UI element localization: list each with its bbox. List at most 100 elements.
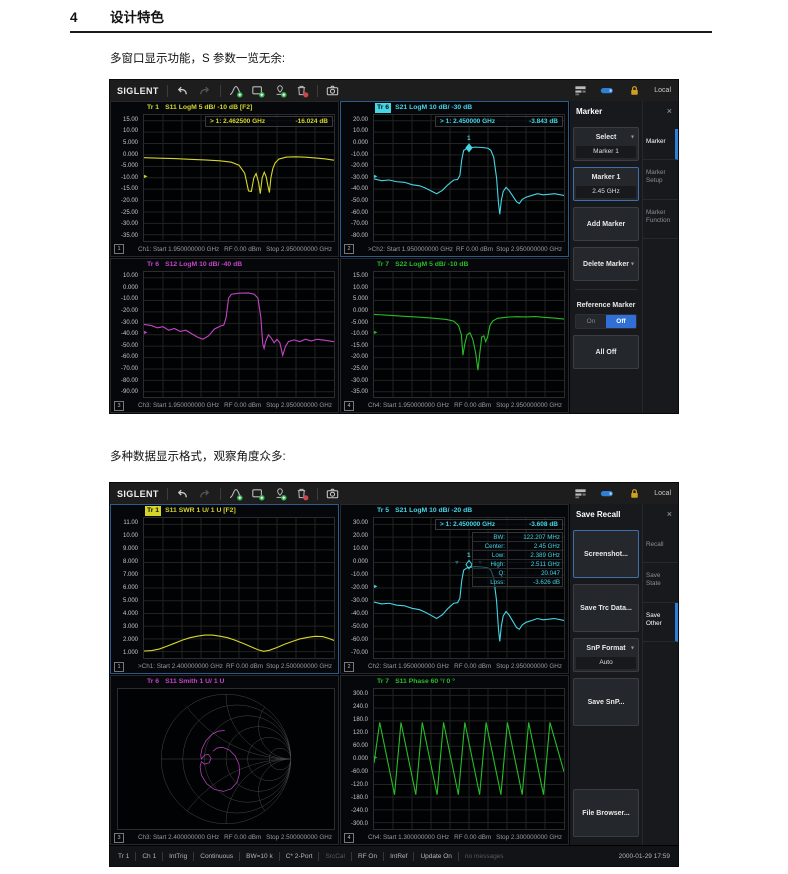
y-axis-tick: -70.00: [121, 366, 138, 372]
y-axis-tick: -10.00: [351, 572, 368, 578]
add-window-icon[interactable]: [251, 487, 265, 501]
trace-number: Tr 7: [375, 677, 391, 687]
trace-title[interactable]: Tr 6S12 LogM 10 dB/ -40 dB: [145, 260, 242, 270]
trace-title[interactable]: Tr 6S21 LogM 10 dB/ -30 dB: [375, 103, 472, 113]
trace-window-1[interactable]: Tr 1S11 SWR 1 U/ 1 U [F2]11.0010.009.000…: [110, 504, 339, 674]
camera-icon[interactable]: [326, 84, 340, 98]
y-axis-tick: 30.00: [353, 520, 368, 526]
rf-power: RF 0.00 dBm: [224, 402, 261, 409]
y-axis-tick: -20.00: [351, 585, 368, 591]
add-marker-icon[interactable]: [229, 84, 243, 98]
redo-icon[interactable]: [198, 84, 212, 98]
trace-window-1[interactable]: Tr 1S11 LogM 5 dB/ -10 dB [F2]15.0010.00…: [110, 101, 339, 257]
y-axis: 20.0010.000.000-10.00-20.00-30.00-40.00-…: [341, 114, 371, 242]
trace-window-2[interactable]: Tr 5S21 LogM 10 dB/ -20 dB30.0020.0010.0…: [340, 504, 569, 674]
trace-title[interactable]: Tr 6S11 Smith 1 U/ 1 U: [145, 677, 224, 687]
file-browser-button[interactable]: File Browser...: [573, 789, 639, 837]
undo-icon[interactable]: [176, 84, 190, 98]
status-separator: [135, 852, 136, 861]
y-axis-tick: -35.00: [351, 389, 368, 395]
channel-start: Ch4: Start 1.950000000 GHz: [368, 402, 449, 409]
y-axis-tick: -5.000: [351, 320, 368, 326]
window-number: 4: [344, 401, 354, 411]
tab-marker[interactable]: Marker: [643, 129, 678, 160]
caption-multi-window: 多窗口显示功能，S 参数一览无余:: [110, 50, 285, 66]
tab-save-other[interactable]: Save Other: [643, 603, 678, 642]
y-axis: 300.0240.0180.0120.060.000.000-60.00-120…: [341, 688, 371, 830]
add-marker-button[interactable]: Add Marker: [573, 207, 639, 241]
trace-format: S12 LogM 10 dB/ -40 dB: [165, 260, 242, 270]
y-axis-tick: 120.0: [353, 730, 368, 736]
screenshot-button[interactable]: Screenshot...: [573, 530, 639, 578]
y-axis-tick: -60.00: [121, 354, 138, 360]
snp-format-button[interactable]: SnP Format▾ Auto: [573, 638, 639, 672]
channel-start: Ch3: Start 1.950000000 GHz: [138, 402, 219, 409]
window-number: 3: [114, 401, 124, 411]
reference-marker-on[interactable]: On: [576, 315, 606, 328]
close-icon[interactable]: ×: [667, 106, 672, 116]
delete-icon[interactable]: [295, 84, 309, 98]
status-item: Continuous: [200, 853, 233, 860]
select-marker-button[interactable]: Select▾ Marker 1: [573, 127, 639, 161]
trace-window-2[interactable]: Tr 6S21 LogM 10 dB/ -30 dB 20.0010.000.00…: [340, 101, 569, 257]
status-separator: [318, 852, 319, 861]
usb-icon[interactable]: [600, 487, 614, 501]
lock-icon[interactable]: [627, 84, 641, 98]
delete-marker-button[interactable]: Delete Marker▾: [573, 247, 639, 281]
trace-title[interactable]: Tr 1S11 SWR 1 U/ 1 U [F2]: [145, 506, 236, 516]
trace-window-4[interactable]: Tr 7S11 Phase 60 °/ 0 ° 300.0240.0180.012…: [340, 675, 569, 845]
y-axis-tick: -120.0: [351, 782, 368, 788]
add-limit-icon[interactable]: [273, 487, 287, 501]
add-window-icon[interactable]: [251, 84, 265, 98]
status-item: Update On: [420, 853, 451, 860]
close-icon[interactable]: ×: [667, 509, 672, 519]
add-limit-icon[interactable]: [273, 84, 287, 98]
y-axis-tick: -50.00: [351, 198, 368, 204]
add-marker-icon[interactable]: [229, 487, 243, 501]
trace-window-4[interactable]: Tr 7S22 LogM 5 dB/ -10 dB15.0010.005.000…: [340, 258, 569, 414]
tab-marker-function[interactable]: Marker Function: [643, 200, 678, 239]
siglent-logo: SIGLENT: [117, 86, 159, 96]
channel-start: >Ch1: Start 2.400000000 GHz: [138, 663, 223, 670]
save-trc-data-button[interactable]: Save Trc Data...: [573, 584, 639, 632]
app-toolbar: SIGLENT Local: [110, 80, 678, 101]
tab-marker-setup[interactable]: Marker Setup: [643, 160, 678, 199]
reference-level-arrow: ►: [373, 175, 378, 181]
all-off-button[interactable]: All Off: [573, 335, 639, 369]
y-axis-tick: -10.00: [121, 296, 138, 302]
y-axis-tick: 0.000: [123, 152, 138, 158]
trace-title[interactable]: Tr 1S11 LogM 5 dB/ -10 dB [F2]: [145, 103, 252, 113]
trace-title[interactable]: Tr 5S21 LogM 10 dB/ -20 dB: [375, 506, 472, 516]
status-separator: [413, 852, 414, 861]
save-snp-button[interactable]: Save SnP...: [573, 678, 639, 726]
status-separator: [239, 852, 240, 861]
marker1-button[interactable]: Marker 1 2.45 GHz: [573, 167, 639, 201]
snp-format-value: Auto: [576, 657, 636, 669]
y-axis-tick: -20.00: [351, 163, 368, 169]
y-axis-tick: 0.000: [353, 559, 368, 565]
usb-icon[interactable]: [600, 84, 614, 98]
rf-power: RF 0.00 dBm: [454, 402, 491, 409]
rf-power: RF 0.00 dBm: [224, 834, 261, 841]
y-axis-tick: -60.00: [351, 210, 368, 216]
chevron-down-icon: ▾: [631, 261, 634, 268]
status-item: C* 2-Port: [286, 853, 313, 860]
tab-save-state[interactable]: Save State: [643, 563, 678, 602]
layout-icon[interactable]: [573, 84, 587, 98]
camera-icon[interactable]: [326, 487, 340, 501]
redo-icon[interactable]: [198, 487, 212, 501]
y-axis-tick: 0.000: [353, 140, 368, 146]
delete-icon[interactable]: [295, 487, 309, 501]
tab-recall[interactable]: Recall: [643, 532, 678, 563]
trace-title[interactable]: Tr 7S22 LogM 5 dB/ -10 dB: [375, 260, 468, 270]
channel-stop: Stop 2.300000000 GHz: [496, 834, 562, 841]
trace-window-3[interactable]: Tr 6S12 LogM 10 dB/ -40 dB10.000.000-10.…: [110, 258, 339, 414]
lock-icon[interactable]: [627, 487, 641, 501]
trace-window-3[interactable]: Tr 6S11 Smith 1 U/ 1 U3Ch3: Start 2.4000…: [110, 675, 339, 845]
layout-icon[interactable]: [573, 487, 587, 501]
trace-title[interactable]: Tr 7S11 Phase 60 °/ 0 °: [375, 677, 455, 687]
reference-marker-label: Reference Marker: [573, 302, 639, 309]
reference-marker-off[interactable]: Off: [606, 315, 636, 328]
y-axis-tick: -15.00: [351, 343, 368, 349]
undo-icon[interactable]: [176, 487, 190, 501]
